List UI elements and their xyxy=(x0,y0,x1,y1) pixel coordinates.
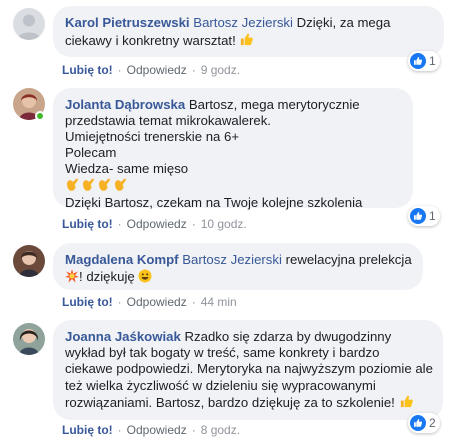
reaction-badge[interactable]: 2 xyxy=(408,413,440,433)
like-thumb-icon xyxy=(410,415,426,431)
comment-timestamp[interactable]: 9 godz. xyxy=(201,63,240,77)
comment-actions: Lubię to! · Odpowiedz · 8 godz. xyxy=(62,423,241,437)
reaction-count: 1 xyxy=(429,54,436,68)
avatar-default[interactable] xyxy=(13,8,45,40)
comment-text-line: rozwiązaniami. Bartosz, bardzo dziękuję … xyxy=(65,394,395,410)
comment-bubble: Joanna Jaśkowiak Rzadko się zdarza by dw… xyxy=(53,320,443,420)
reply-button[interactable]: Odpowiedz xyxy=(127,217,187,231)
comment-text-line: ! dziękuję xyxy=(79,268,135,284)
like-button[interactable]: Lubię to! xyxy=(62,295,113,309)
thumbs-up-emoji-icon xyxy=(239,32,254,52)
reply-button[interactable]: Odpowiedz xyxy=(127,423,187,437)
comment-author[interactable]: Joanna Jaśkowiak xyxy=(65,329,181,344)
comment-text-line: Umiejętności trenerskie na 6+ xyxy=(65,128,240,144)
like-button[interactable]: Lubię to! xyxy=(62,217,113,231)
like-button[interactable]: Lubię to! xyxy=(62,423,113,437)
comment-text-line: Polecam xyxy=(65,144,117,160)
reply-button[interactable]: Odpowiedz xyxy=(127,295,187,309)
collision-emoji-icon xyxy=(65,268,79,288)
tagged-user[interactable]: Bartosz Jezierski xyxy=(182,252,282,267)
reaction-count: 2 xyxy=(429,416,436,430)
like-thumb-icon xyxy=(410,53,426,69)
comment-text-line: rewelacyjna prelekcja xyxy=(285,252,412,267)
comment-timestamp[interactable]: 8 godz. xyxy=(201,423,240,437)
comment-text-line: Bartosz, mega merytorycznie xyxy=(188,97,360,112)
comment-author[interactable]: Jolanta Dąbrowska xyxy=(65,97,185,112)
comment-text-line: Rzadko się zdarza by dwugodzinny xyxy=(184,329,392,344)
comment-timestamp[interactable]: 10 godz. xyxy=(201,217,247,231)
reaction-count: 1 xyxy=(429,209,436,223)
avatar-magdalena[interactable] xyxy=(13,245,45,277)
reaction-badge[interactable]: 1 xyxy=(408,51,440,71)
comment-text-line: Dzięki Bartosz, czekam na Twoje kolejne … xyxy=(65,195,363,211)
comment-actions: Lubię to! · Odpowiedz · 44 min xyxy=(62,295,237,309)
comment-text-line: przedstawia temat mikrokawalerek. xyxy=(65,112,271,128)
comment-author[interactable]: Karol Pietruszewski xyxy=(65,15,190,30)
comment-timestamp[interactable]: 44 min xyxy=(201,295,237,309)
comment-actions: Lubię to! · Odpowiedz · 9 godz. xyxy=(62,63,241,77)
comment-text-line: wykład był tak bogaty w treść, same konk… xyxy=(65,345,380,361)
grinning-face-emoji-icon xyxy=(138,269,152,288)
comment-author[interactable]: Magdalena Kompf xyxy=(65,252,179,267)
comment-bubble: Magdalena Kompf Bartosz Jezierski rewela… xyxy=(53,243,423,290)
comment-text-line: Dzięki, za mega xyxy=(296,15,391,30)
comment-bubble: Jolanta Dąbrowska Bartosz, mega merytory… xyxy=(53,88,413,211)
avatar-joanna[interactable] xyxy=(13,323,45,355)
comment-text-line: Wiedza- same mięso xyxy=(65,160,189,176)
reaction-badge[interactable]: 1 xyxy=(408,206,440,226)
comment-bubble: Karol Pietruszewski Bartosz Jezierski Dz… xyxy=(53,6,444,57)
like-button[interactable]: Lubię to! xyxy=(62,63,113,77)
like-thumb-icon xyxy=(410,208,426,224)
clapping-hands-emoji-icon xyxy=(65,177,401,196)
comment-text-line: ciekawy i konkretny warsztat! xyxy=(65,32,236,48)
comment-text-line: ciekawe podpowiedzi. Merytoryka na najwy… xyxy=(65,361,433,377)
tagged-user[interactable]: Bartosz Jezierski xyxy=(193,15,293,30)
thumbs-up-emoji-icon xyxy=(399,394,414,413)
comment-text-line: też wielka życzliwość w dzieleniu się wy… xyxy=(65,377,376,393)
comment-actions: Lubię to! · Odpowiedz · 10 godz. xyxy=(62,217,247,231)
reply-button[interactable]: Odpowiedz xyxy=(127,63,187,77)
online-status-dot xyxy=(35,111,45,121)
